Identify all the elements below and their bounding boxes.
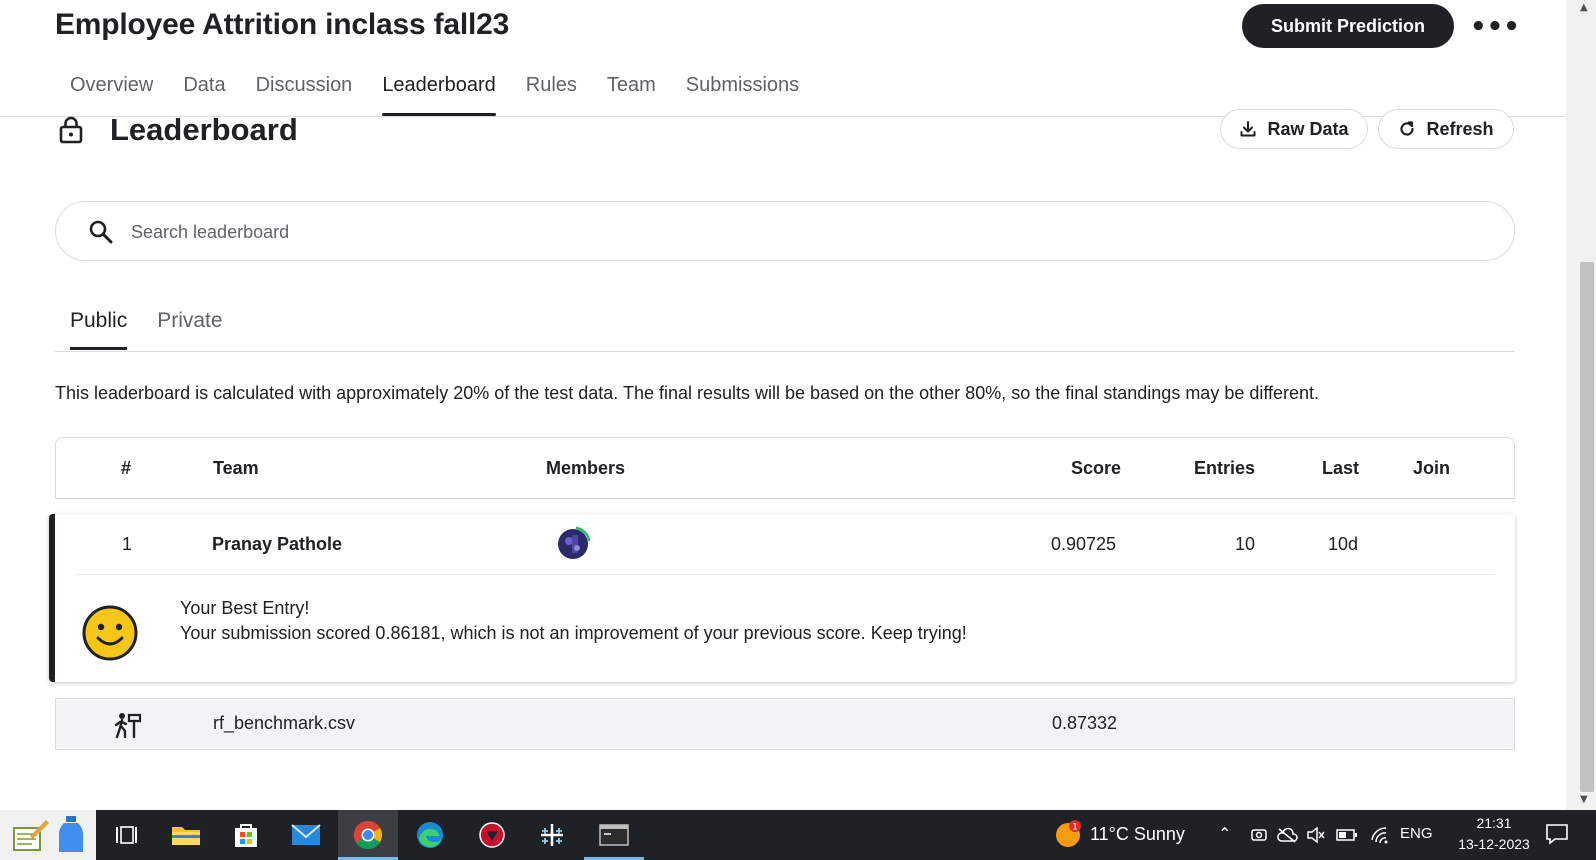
tab-private[interactable]: Private xyxy=(142,305,237,350)
column-team: Team xyxy=(213,458,259,478)
task-view-icon xyxy=(116,826,137,844)
last-cell: 10d xyxy=(1328,534,1359,554)
rank-cell: 1 xyxy=(122,534,133,554)
subtab-divider xyxy=(55,351,1515,352)
browser-page: Employee Attrition inclass fall23 Submit… xyxy=(0,0,1566,810)
smiley-icon xyxy=(82,605,138,661)
file-explorer-button[interactable] xyxy=(156,810,216,860)
tab-team[interactable]: Team xyxy=(592,68,671,116)
chrome-button[interactable] xyxy=(338,810,398,860)
column-rank: # xyxy=(121,458,132,478)
tableau-button[interactable] xyxy=(522,810,582,860)
camera-icon[interactable] xyxy=(1250,826,1268,844)
edge-button[interactable] xyxy=(400,810,460,860)
edge-icon xyxy=(417,822,443,848)
table-row[interactable]: 1 Pranay Pathole 0.90725 10 10d Your Bes… xyxy=(49,514,1515,682)
competition-title: Employee Attrition inclass fall23 xyxy=(55,8,510,41)
clock-time[interactable]: 21:31 xyxy=(1464,815,1524,831)
submit-prediction-button[interactable]: Submit Prediction xyxy=(1242,4,1454,48)
tableau-icon xyxy=(541,824,563,846)
chrome-icon xyxy=(353,820,383,850)
refresh-button[interactable]: Refresh xyxy=(1378,109,1514,149)
mail-button[interactable] xyxy=(276,810,336,860)
column-score: Score xyxy=(1071,458,1122,478)
member-avatar[interactable] xyxy=(555,526,591,562)
terminal-icon xyxy=(599,824,629,846)
windows-taskbar: 1 11°C Sunny ⌃ ENG 21:31 13-12-2023 xyxy=(0,810,1596,860)
leaderboard-table-header: # Team Members Score Entries Last Join xyxy=(55,437,1515,499)
search-icon xyxy=(89,220,113,244)
terminal-button[interactable] xyxy=(584,810,644,860)
score-cell: 0.90725 xyxy=(1051,534,1117,554)
weather-sun-icon: 1 xyxy=(1056,820,1081,847)
scroll-up-icon[interactable]: ▲ xyxy=(1580,2,1588,13)
benchmark-name: rf_benchmark.csv xyxy=(213,713,356,733)
scroll-down-icon[interactable]: ▼ xyxy=(1580,794,1588,805)
competition-tabs: Overview Data Discussion Leaderboard Rul… xyxy=(55,68,814,116)
row-divider xyxy=(75,574,1495,575)
battery-icon[interactable] xyxy=(1336,828,1358,842)
refresh-label: Refresh xyxy=(1426,118,1494,139)
column-join: Join xyxy=(1413,458,1451,478)
red-shield-app-icon xyxy=(479,822,505,848)
leaderboard-title: Leaderboard xyxy=(110,112,298,147)
best-entry-title: Your Best Entry! xyxy=(180,598,310,618)
notepad-icon xyxy=(13,820,49,851)
refresh-icon xyxy=(1400,121,1415,136)
benchmark-icon xyxy=(114,713,142,739)
task-view-button[interactable] xyxy=(96,810,156,860)
tab-public[interactable]: Public xyxy=(55,305,142,350)
team-name-link[interactable]: Pranay Pathole xyxy=(212,534,342,555)
more-options-button[interactable]: ••• xyxy=(1470,10,1520,44)
tab-submissions[interactable]: Submissions xyxy=(671,68,814,116)
raw-data-label: Raw Data xyxy=(1267,118,1349,139)
column-last: Last xyxy=(1322,458,1360,478)
chevron-up-icon[interactable]: ⌃ xyxy=(1218,824,1231,843)
column-members: Members xyxy=(546,458,626,478)
benchmark-row: rf_benchmark.csv 0.87332 xyxy=(55,698,1515,750)
tab-overview[interactable]: Overview xyxy=(55,68,168,116)
best-entry-message: Your submission scored 0.86181, which is… xyxy=(180,623,967,643)
leaderboard-notice: This leaderboard is calculated with appr… xyxy=(55,383,1320,403)
search-input[interactable] xyxy=(131,216,1431,248)
raw-data-button[interactable]: Raw Data xyxy=(1220,109,1368,149)
weather-badge: 1 xyxy=(1072,823,1078,833)
folder-icon xyxy=(172,827,200,845)
leaderboard-subtabs: Public Private xyxy=(55,305,238,350)
wifi-icon[interactable] xyxy=(1370,826,1390,844)
app-red-button[interactable] xyxy=(462,810,522,860)
column-entries: Entries xyxy=(1194,458,1256,478)
store-icon xyxy=(235,824,257,847)
pinned-apps-start[interactable] xyxy=(0,810,96,860)
clock-date[interactable]: 13-12-2023 xyxy=(1446,836,1542,852)
scroll-thumb[interactable] xyxy=(1580,262,1594,792)
water-bottle-icon xyxy=(59,816,83,852)
tab-discussion[interactable]: Discussion xyxy=(241,68,368,116)
entries-cell: 10 xyxy=(1235,534,1256,554)
benchmark-score: 0.87332 xyxy=(1052,713,1118,733)
tab-data[interactable]: Data xyxy=(168,68,240,116)
weather-status[interactable]: 11°C Sunny xyxy=(1090,824,1185,845)
tab-leaderboard[interactable]: Leaderboard xyxy=(367,68,510,116)
volume-muted-icon[interactable] xyxy=(1306,826,1326,844)
store-button[interactable] xyxy=(216,810,276,860)
onedrive-icon[interactable] xyxy=(1276,827,1298,843)
tab-rules[interactable]: Rules xyxy=(511,68,592,116)
lock-icon xyxy=(59,116,83,144)
input-language[interactable]: ENG xyxy=(1400,825,1433,842)
download-icon xyxy=(1240,121,1256,137)
notification-icon[interactable] xyxy=(1545,822,1569,846)
leaderboard-search[interactable] xyxy=(55,201,1515,261)
mail-icon xyxy=(291,824,321,845)
